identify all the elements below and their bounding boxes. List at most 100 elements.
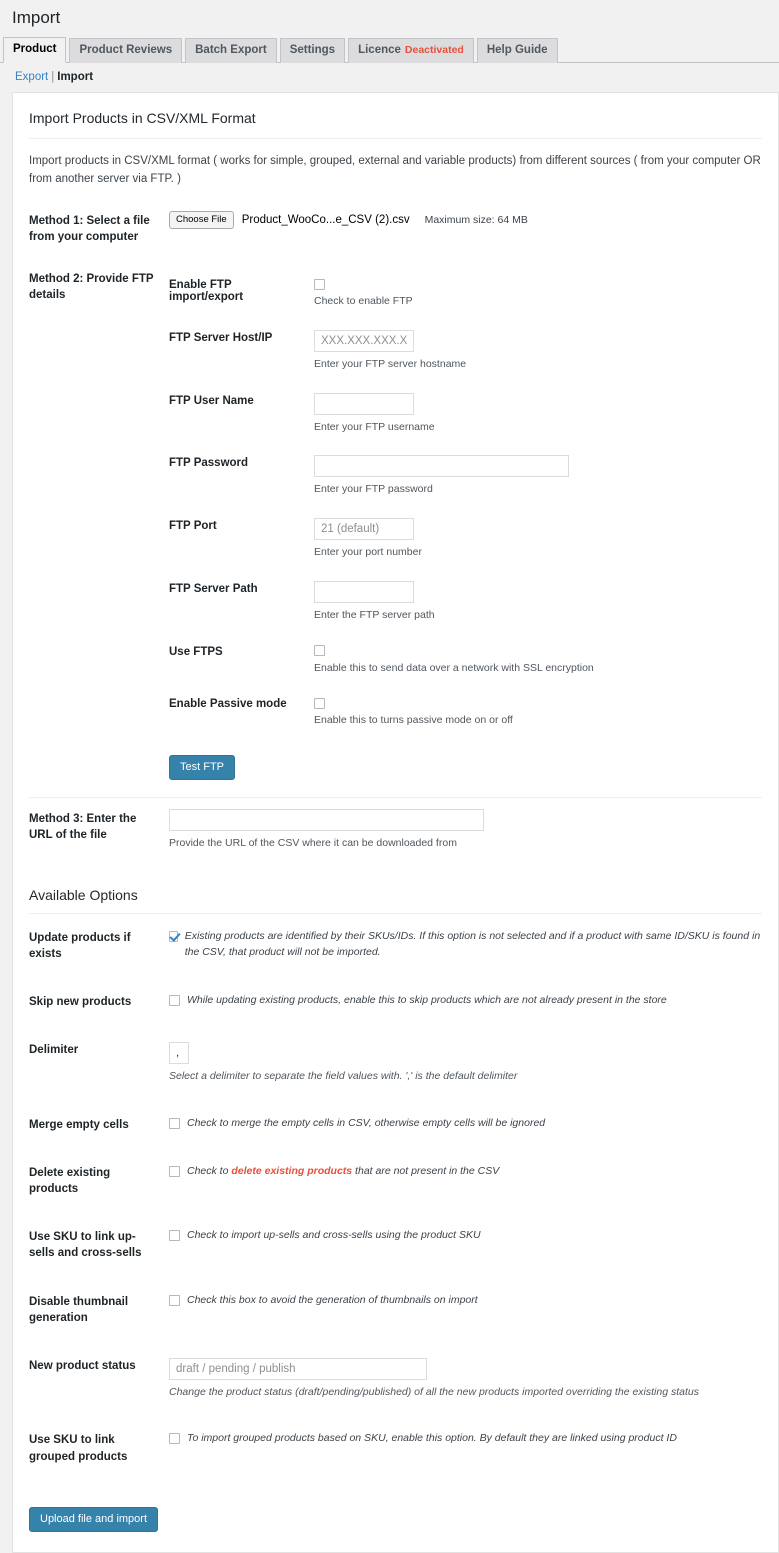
option-control: Check to merge the empty cells in CSV, o… xyxy=(169,1101,762,1149)
option-checkbox-row: To import grouped products based on SKU,… xyxy=(169,1432,762,1447)
ftp-port-input[interactable] xyxy=(314,518,414,541)
page-header: Import xyxy=(0,0,779,28)
option-row: Delete existing products Check to delete … xyxy=(29,1149,762,1213)
option-label: Delimiter xyxy=(29,1044,79,1057)
new-product-status-input[interactable] xyxy=(169,1357,427,1380)
method1-row: Method 1: Select a file from your comput… xyxy=(29,200,762,258)
ftp-field-row: FTP Port Enter your port number xyxy=(169,510,752,573)
tab-label: Help Guide xyxy=(486,44,548,57)
danger-text: delete existing products xyxy=(231,1165,353,1178)
tab-product-reviews[interactable]: Product Reviews xyxy=(69,38,183,64)
tab-batch-export[interactable]: Batch Export xyxy=(185,38,277,64)
option-checkbox-row: While updating existing products, enable… xyxy=(169,994,762,1009)
option-control: Check to delete existing products that a… xyxy=(169,1149,762,1213)
breadcrumb: Export | Import xyxy=(0,63,779,92)
methods-table: Method 1: Select a file from your comput… xyxy=(29,200,762,863)
tab-settings[interactable]: Settings xyxy=(279,38,346,64)
ftp-field-row: FTP Password Enter your FTP password xyxy=(169,447,752,510)
ftp-field-label: Use FTPS xyxy=(169,645,223,658)
skip-new-products-checkbox[interactable] xyxy=(169,995,180,1007)
ftp-field-control: Enter the FTP server path xyxy=(314,573,752,636)
choose-file-button[interactable]: Choose File xyxy=(169,210,234,230)
option-row: Merge empty cells Check to merge the empt… xyxy=(29,1101,762,1149)
option-checkbox-row: Check to merge the empty cells in CSV, o… xyxy=(169,1117,762,1132)
breadcrumb-separator: | xyxy=(51,71,55,84)
use-sku-to-link-grouped-products-checkbox[interactable] xyxy=(169,1433,180,1445)
method2-label: Method 2: Provide FTP details xyxy=(29,273,154,302)
enable-passive-mode-description: Enable this to turns passive mode on or … xyxy=(314,714,513,727)
file-url-input[interactable] xyxy=(169,809,484,832)
option-row: Disable thumbnail generation Check this b… xyxy=(29,1278,762,1342)
use-sku-to-link-grouped-products-description: To import grouped products based on SKU,… xyxy=(187,1432,677,1445)
ftp-field-row: Enable Passive mode Enable this to turns … xyxy=(169,688,752,741)
tab-help-guide[interactable]: Help Guide xyxy=(476,38,558,64)
option-label: Update products if exists xyxy=(29,932,131,961)
delimiter-input[interactable] xyxy=(169,1042,189,1065)
enable-ftp-import-export-checkbox[interactable] xyxy=(314,278,325,290)
use-ftps-checkbox[interactable] xyxy=(314,645,325,657)
method3-row: Method 3: Enter the URL of the file Prov… xyxy=(29,797,762,863)
breadcrumb-link-export[interactable]: Export xyxy=(15,71,48,83)
delete-existing-products-description: Check to delete existing products that a… xyxy=(187,1164,499,1180)
update-products-if-exists-description: Existing products are identified by thei… xyxy=(184,930,761,958)
option-control: Check to import up-sells and cross-sells… xyxy=(169,1213,762,1277)
text-after: that are not present in the CSV xyxy=(352,1165,500,1178)
delete-existing-products-checkbox[interactable] xyxy=(169,1166,180,1178)
option-label: Use SKU to link grouped products xyxy=(29,1434,128,1463)
ftp-field-label: Enable FTP import/export xyxy=(169,279,244,304)
skip-new-products-description: While updating existing products, enable… xyxy=(187,994,667,1007)
ftp-field-control: Enable this to send data over a network … xyxy=(314,636,752,689)
ftp-field-control: Enter your port number xyxy=(314,510,752,573)
ftp-field-label: FTP Server Host/IP xyxy=(169,331,273,344)
option-label: Disable thumbnail generation xyxy=(29,1295,129,1324)
option-control: Change the product status (draft/pending… xyxy=(169,1342,762,1417)
delimiter-description: Select a delimiter to separate the field… xyxy=(169,1070,518,1083)
merge-empty-cells-description: Check to merge the empty cells in CSV, o… xyxy=(187,1117,546,1130)
ftp-field-row: Use FTPS Enable this to send data over a … xyxy=(169,636,752,689)
option-row: Use SKU to link grouped products To impor… xyxy=(29,1416,762,1480)
enable-ftp-import-export-description: Check to enable FTP xyxy=(314,295,413,308)
use-sku-to-link-up-sells-and-cross-sells-checkbox[interactable] xyxy=(169,1230,180,1242)
test-ftp-button[interactable]: Test FTP xyxy=(169,755,236,781)
tab-label: Settings xyxy=(289,44,336,57)
section-description: Import products in CSV/XML format ( work… xyxy=(29,155,761,185)
tab-label: Product Reviews xyxy=(79,44,173,57)
method1-field: Choose File Product_WooCo...e_CSV (2).cs… xyxy=(169,200,762,258)
disable-thumbnail-generation-description: Check this box to avoid the generation o… xyxy=(187,1293,478,1306)
ftp-field-control: Check to enable FTP xyxy=(314,269,752,322)
options-table: Update products if exists Existing produc… xyxy=(29,914,762,1481)
merge-empty-cells-checkbox[interactable] xyxy=(169,1118,180,1130)
ftp-field-label: FTP User Name xyxy=(169,394,254,407)
import-panel: Import Products in CSV/XML Format Import… xyxy=(12,92,779,1553)
selected-file-name: Product_WooCo...e_CSV (2).csv xyxy=(241,214,410,227)
tab-product[interactable]: Product xyxy=(3,37,67,64)
option-label: Merge empty cells xyxy=(29,1119,129,1132)
use-ftps-description: Enable this to send data over a network … xyxy=(314,661,594,674)
disable-thumbnail-generation-checkbox[interactable] xyxy=(169,1294,180,1306)
max-size-hint: Maximum size: 64 MB xyxy=(424,214,528,227)
new-product-status-description: Change the product status (draft/pending… xyxy=(169,1385,699,1398)
ftp-server-host-ip-description: Enter your FTP server hostname xyxy=(314,357,467,370)
ftp-server-host-ip-input[interactable] xyxy=(314,329,414,352)
ftp-field-row: FTP Server Host/IP Enter your FTP server … xyxy=(169,322,752,385)
option-control: Select a delimiter to separate the field… xyxy=(169,1026,762,1101)
ftp-user-name-input[interactable] xyxy=(314,392,414,415)
tab-licence[interactable]: Licence Deactivated xyxy=(348,38,474,64)
upload-and-import-button[interactable]: Upload file and import xyxy=(29,1506,159,1532)
ftp-field-row: FTP Server Path Enter the FTP server path xyxy=(169,573,752,636)
option-row: Use SKU to link up-sells and cross-sells… xyxy=(29,1213,762,1277)
option-row: Skip new products While updating existing… xyxy=(29,978,762,1026)
tab-label: Licence xyxy=(358,44,401,57)
option-control: While updating existing products, enable… xyxy=(169,978,762,1026)
method3-field: Provide the URL of the CSV where it can … xyxy=(169,798,762,863)
method3-label: Method 3: Enter the URL of the file xyxy=(29,813,137,842)
enable-passive-mode-checkbox[interactable] xyxy=(314,697,325,709)
update-products-if-exists-checkbox[interactable] xyxy=(169,931,178,943)
option-control: To import grouped products based on SKU,… xyxy=(169,1416,762,1480)
section-title: Import Products in CSV/XML Format xyxy=(29,110,762,140)
ftp-field-label: FTP Server Path xyxy=(169,582,258,595)
ftp-user-name-description: Enter your FTP username xyxy=(314,420,435,433)
ftp-server-path-input[interactable] xyxy=(314,580,414,603)
text-before: Check to xyxy=(187,1165,232,1178)
ftp-password-input[interactable] xyxy=(314,455,569,478)
